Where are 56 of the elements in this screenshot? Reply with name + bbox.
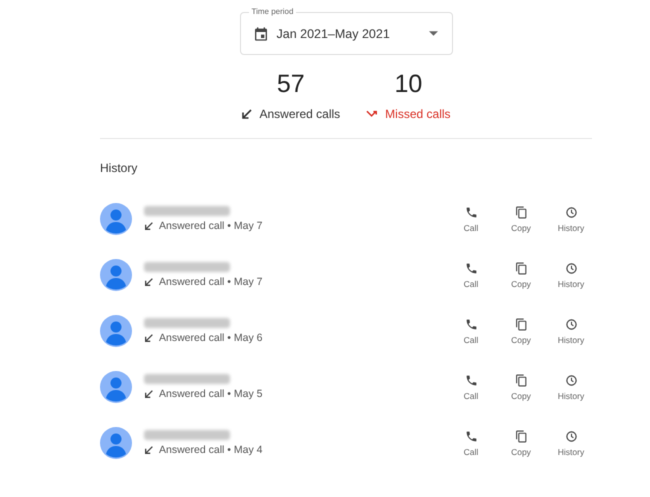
incoming-arrow-icon [241, 108, 254, 120]
time-period-value: Jan 2021–May 2021 [276, 26, 391, 40]
copy-icon [514, 430, 528, 442]
copy-button[interactable]: Copy [500, 318, 542, 344]
incoming-arrow-icon [144, 221, 154, 231]
copy-icon [514, 374, 528, 386]
copy-button[interactable]: Copy [500, 430, 542, 456]
avatar-icon [100, 371, 132, 403]
history-button[interactable]: History [550, 262, 592, 288]
field-label: Time period [248, 7, 296, 17]
call-button[interactable]: Call [450, 430, 492, 456]
copy-icon [514, 318, 528, 330]
incoming-arrow-icon [144, 277, 154, 287]
call-count: 10 [394, 69, 422, 99]
history-icon [564, 374, 578, 386]
call-detail: Answered call • May 7 [159, 220, 262, 232]
caret-icon [428, 31, 438, 36]
call-detail: Answered call • May 4 [159, 444, 262, 456]
incoming-arrow-icon [144, 333, 154, 343]
stat-label: Answered calls [259, 107, 340, 121]
history-icon [564, 318, 578, 330]
history-heading: History [100, 161, 138, 175]
phone-icon [464, 430, 478, 442]
history-icon [564, 206, 578, 218]
history-button[interactable]: History [550, 318, 592, 344]
copy-button[interactable]: Copy [500, 206, 542, 232]
call-button[interactable]: Call [450, 374, 492, 400]
avatar-icon [100, 427, 132, 459]
phone-icon [464, 374, 478, 386]
copy-button[interactable]: Copy [500, 262, 542, 288]
history-icon [564, 430, 578, 442]
call-button[interactable]: Call [450, 262, 492, 288]
call-detail: Answered call • May 5 [159, 388, 262, 400]
incoming-arrow-icon [144, 445, 154, 455]
copy-icon [514, 262, 528, 274]
copy-icon [514, 206, 528, 218]
incoming-arrow-icon [144, 389, 154, 399]
phone-icon [464, 318, 478, 330]
avatar-icon [100, 203, 132, 235]
copy-button[interactable]: Copy [500, 374, 542, 400]
call-count: 57 [276, 69, 305, 99]
calendar-icon [252, 26, 268, 42]
phone-icon [464, 262, 478, 274]
call-detail: Answered call • May 7 [159, 276, 262, 288]
missed-call-icon [366, 109, 380, 119]
stat-label: Missed calls [385, 107, 451, 121]
history-button[interactable]: History [550, 206, 592, 232]
phone-icon [464, 206, 478, 218]
avatar-icon [100, 259, 132, 291]
call-button[interactable]: Call [450, 318, 492, 344]
call-button[interactable]: Call [450, 206, 492, 232]
call-detail: Answered call • May 6 [159, 332, 262, 344]
history-button[interactable]: History [550, 374, 592, 400]
avatar-icon [100, 315, 132, 347]
history-button[interactable]: History [550, 430, 592, 456]
history-icon [564, 262, 578, 274]
